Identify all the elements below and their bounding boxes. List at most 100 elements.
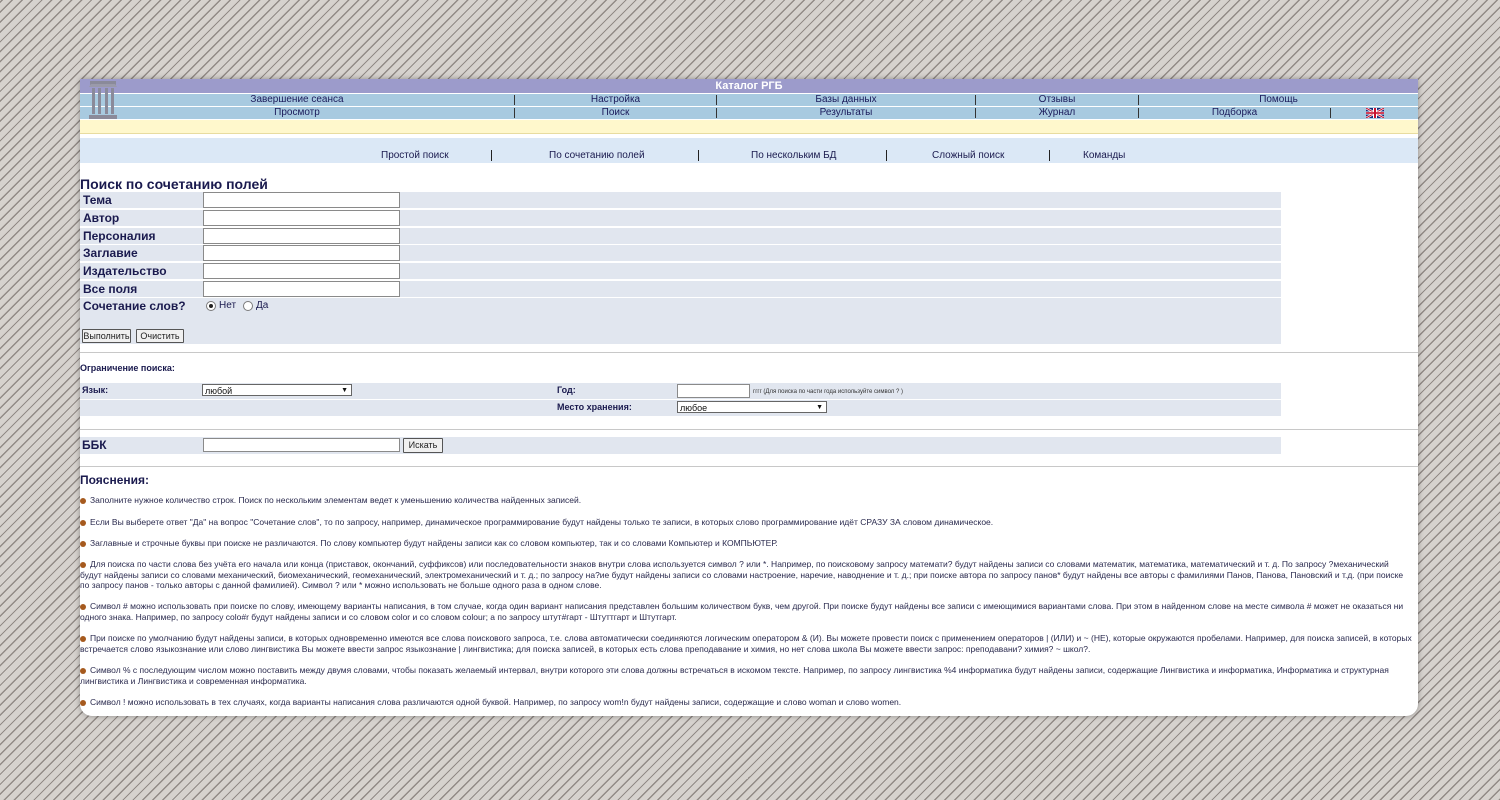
lang-label: Язык: (82, 385, 109, 395)
tab-field-combination[interactable]: По сочетанию полей (549, 150, 645, 161)
title-input[interactable] (203, 245, 400, 261)
dropdown-arrow-icon: ▼ (341, 387, 348, 394)
bullet-icon (80, 603, 86, 610)
language-select[interactable]: любой ▼ (202, 384, 352, 396)
bbk-label: ББК (82, 438, 107, 452)
divider (80, 429, 1418, 430)
radio-no[interactable] (206, 300, 216, 311)
note-text: Заглавные и строчные буквы при поиске не… (90, 538, 778, 548)
bullet-icon (80, 497, 86, 504)
bullet-icon (80, 519, 86, 526)
note-text: При поиске по умолчанию будут найдены за… (80, 633, 1412, 654)
nav-settings[interactable]: Настройка (515, 94, 716, 106)
field-row-subject: Тема (80, 192, 1281, 208)
field-row-all-fields: Все поля (80, 281, 1281, 297)
combine-label: Сочетание слов? (83, 299, 186, 313)
divider (80, 352, 1418, 353)
restrict-row-1: Язык: любой ▼ Год: гггг (Для поиска по ч… (80, 383, 1281, 399)
field-label: Автор (83, 211, 120, 225)
radio-yes[interactable] (243, 300, 254, 311)
subject-input[interactable] (203, 192, 400, 208)
field-row-combination: Сочетание слов? Нет Да (80, 298, 1281, 314)
divider (80, 466, 1418, 467)
note-text: Символ ! можно использовать в тех случая… (90, 697, 902, 707)
uk-flag-icon[interactable] (1364, 106, 1385, 120)
dropdown-arrow-icon: ▼ (816, 404, 823, 411)
run-button[interactable]: Выполнить (82, 329, 131, 343)
note-5: Символ # можно использовать при поиске п… (80, 601, 1412, 622)
nav-selection[interactable]: Подборка (1139, 107, 1330, 119)
app-title: Каталог РГБ (80, 79, 1418, 93)
field-label: Тема (83, 193, 112, 207)
field-row-person: Персоналия (80, 228, 1281, 244)
note-4: Для поиска по части слова без учёта его … (80, 559, 1412, 591)
clear-button[interactable]: Очистить (136, 329, 184, 343)
tab-commands[interactable]: Команды (1083, 150, 1125, 161)
bbk-row: ББК Искать (80, 437, 1281, 454)
tab-separator (698, 150, 699, 161)
language-value: любой (205, 386, 233, 396)
tab-multiple-databases[interactable]: По нескольким БД (751, 150, 836, 161)
bbk-input[interactable] (203, 438, 400, 452)
year-input[interactable] (677, 384, 750, 398)
restrict-title: Ограничение поиска: (80, 363, 175, 373)
field-label: Все поля (83, 282, 138, 296)
field-row-title: Заглавие (80, 245, 1281, 261)
library-logo-icon (89, 81, 117, 119)
nav-journal[interactable]: Журнал (976, 107, 1138, 119)
bullet-icon (80, 635, 86, 642)
nav-help[interactable]: Помощь (1139, 94, 1418, 106)
publisher-input[interactable] (203, 263, 400, 279)
field-label: Издательство (83, 264, 167, 278)
nav-results[interactable]: Результаты (717, 107, 975, 119)
bullet-icon (80, 561, 86, 568)
tab-separator (491, 150, 492, 161)
tab-complex-search[interactable]: Сложный поиск (932, 150, 1004, 161)
note-6: При поиске по умолчанию будут найдены за… (80, 633, 1412, 654)
note-text: Символ % с последующим числом можно пост… (80, 665, 1389, 686)
tab-separator (886, 150, 887, 161)
note-text: Символ # можно использовать при поиске п… (80, 601, 1404, 622)
main-nav: Завершение сеанса Настройка Базы данных … (80, 93, 1418, 106)
note-1: Заполните нужное количество строк. Поиск… (80, 495, 1412, 506)
restrict-row-2: Место хранения: любое ▼ (80, 400, 1281, 416)
tab-separator (1049, 150, 1050, 161)
catalog-window: Каталог РГБ Завершение сеанса Настройка … (80, 79, 1418, 716)
combine-radio-group: Нет Да (206, 300, 268, 311)
year-label: Год: (557, 385, 576, 395)
author-input[interactable] (203, 210, 400, 226)
field-row-author: Автор (80, 210, 1281, 226)
storage-select[interactable]: любое ▼ (677, 401, 827, 413)
action-row: Выполнить Очистить (80, 314, 1281, 344)
year-hint: гггг (Для поиска по части года используй… (753, 389, 903, 395)
note-text: Если Вы выберете ответ "Да" на вопрос "С… (90, 517, 994, 527)
page-title: Поиск по сочетанию полей (80, 176, 268, 192)
note-8: Символ ! можно использовать в тех случая… (80, 697, 1412, 708)
note-7: Символ % с последующим числом можно пост… (80, 665, 1412, 686)
search-mode-tabs: Простой поиск По сочетанию полей По неск… (80, 138, 1418, 163)
note-3: Заглавные и строчные буквы при поиске не… (80, 538, 1412, 549)
storage-label: Место хранения: (557, 402, 632, 412)
nav-logout[interactable]: Завершение сеанса (80, 94, 514, 106)
bullet-icon (80, 699, 86, 706)
field-label: Персоналия (83, 229, 156, 243)
nav-search[interactable]: Поиск (515, 107, 716, 119)
explanations-title: Пояснения: (80, 473, 150, 487)
note-text: Заполните нужное количество строк. Поиск… (90, 495, 582, 505)
nav-view[interactable]: Просмотр (80, 107, 514, 119)
language-switch[interactable] (1331, 106, 1418, 120)
radio-yes-label: Да (256, 300, 269, 311)
notice-bar (80, 119, 1418, 134)
bullet-icon (80, 540, 86, 547)
tab-simple-search[interactable]: Простой поиск (381, 150, 449, 161)
bbk-search-button[interactable]: Искать (403, 438, 443, 453)
nav-databases[interactable]: Базы данных (717, 94, 975, 106)
secondary-nav: Просмотр Поиск Результаты Журнал Подборк… (80, 106, 1418, 120)
person-input[interactable] (203, 228, 400, 244)
nav-feedback[interactable]: Отзывы (976, 94, 1138, 106)
radio-no-label: Нет (219, 300, 237, 311)
note-2: Если Вы выберете ответ "Да" на вопрос "С… (80, 517, 1412, 528)
field-label: Заглавие (83, 246, 138, 260)
all-fields-input[interactable] (203, 281, 400, 297)
bullet-icon (80, 667, 86, 674)
